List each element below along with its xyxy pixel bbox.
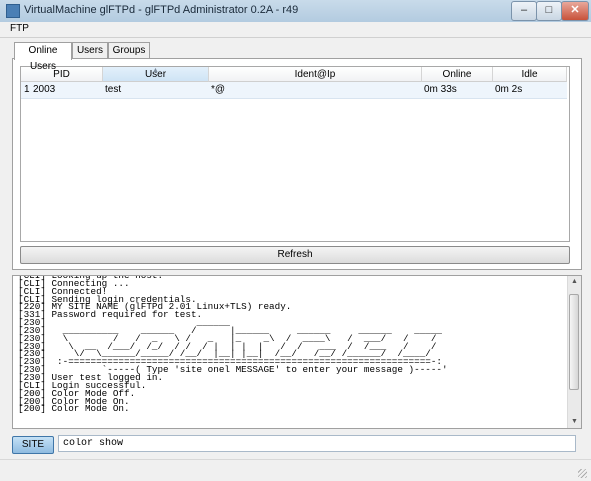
cell-ident-ip: *@ [211, 84, 226, 95]
table-row[interactable]: 1 2003 test *@ 0m 33s 0m 2s [21, 82, 567, 99]
column-header-ident-ip[interactable]: Ident@Ip [209, 67, 422, 82]
sort-ascending-icon: ▲ [152, 67, 159, 74]
console-log: [CLI] Looking up the host. [CLI] Connect… [12, 275, 582, 429]
minimize-button[interactable]: – [511, 1, 537, 21]
resize-grip-icon[interactable] [578, 469, 587, 478]
console-output: [CLI] Looking up the host. [CLI] Connect… [18, 276, 448, 415]
app-icon [6, 4, 20, 18]
column-header-idle[interactable]: Idle [493, 67, 567, 82]
title-bar: VirtualMachine glFTPd - glFTPd Administr… [0, 0, 591, 23]
cell-idle: 0m 2s [495, 84, 523, 95]
site-button[interactable]: SITE [12, 436, 54, 454]
window-title: VirtualMachine glFTPd - glFTPd Administr… [24, 4, 299, 16]
scroll-up-icon[interactable]: ▲ [568, 276, 581, 288]
refresh-button[interactable]: Refresh [20, 246, 570, 264]
cell-pid: 2003 [33, 84, 56, 95]
panel-splitter[interactable] [12, 270, 580, 274]
tab-online-users[interactable]: Online Users [14, 42, 72, 72]
tab-users[interactable]: Users [72, 42, 108, 59]
column-header-online[interactable]: Online [422, 67, 493, 82]
maximize-button[interactable]: □ [536, 1, 562, 21]
online-users-grid[interactable]: PID ▲ User Ident@Ip Online Idle 1 2003 t… [20, 66, 570, 242]
command-input[interactable] [58, 435, 576, 452]
scrollbar-thumb[interactable] [569, 294, 579, 390]
tab-groups[interactable]: Groups [108, 42, 150, 59]
column-header-user[interactable]: ▲ User [103, 67, 209, 82]
menu-ftp[interactable]: FTP [10, 23, 29, 34]
status-bar [0, 459, 591, 481]
scroll-down-icon[interactable]: ▼ [568, 416, 581, 428]
console-scrollbar[interactable]: ▲ ▼ [567, 276, 581, 428]
cell-user: test [105, 84, 122, 95]
row-index: 1 [24, 84, 30, 95]
cell-online: 0m 33s [424, 84, 457, 95]
console-line: [200] Color Mode On. [18, 403, 130, 415]
close-button[interactable]: ✕ [561, 1, 589, 21]
menu-bar: FTP [0, 22, 591, 38]
